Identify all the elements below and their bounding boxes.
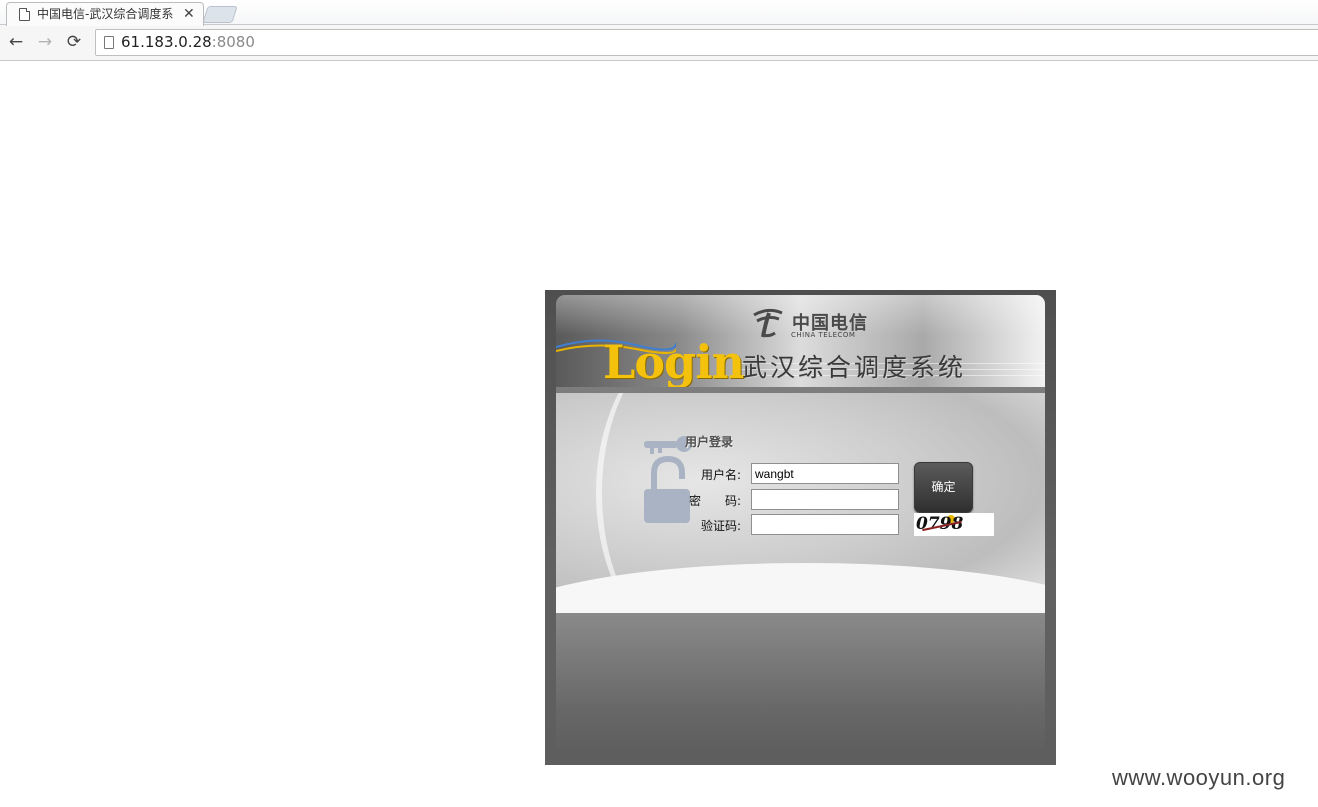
login-header: 中国电信 CHINA TELECOM Login 武汉综合调度系统	[556, 295, 1045, 391]
back-arrow-icon[interactable]: ←	[6, 32, 26, 52]
browser-tab[interactable]: 中国电信-武汉综合调度系 ✕	[6, 2, 204, 26]
captcha-image[interactable]: 0798	[914, 513, 994, 536]
url-port: :8080	[211, 33, 255, 51]
page-icon	[104, 36, 114, 49]
watermark: www.wooyun.org	[1112, 765, 1286, 790]
password-input[interactable]	[751, 489, 899, 510]
tab-strip: 中国电信-武汉综合调度系 ✕	[0, 0, 1318, 26]
username-input[interactable]	[751, 463, 899, 484]
url-host: 61.183.0.28	[121, 33, 212, 51]
url-text[interactable]: 61.183.0.28:8080	[121, 34, 255, 51]
system-title: 武汉综合调度系统	[742, 353, 967, 382]
panel-footer	[556, 613, 1045, 753]
page-icon	[19, 8, 30, 21]
captcha-input[interactable]	[751, 514, 899, 535]
password-label: 密 码:	[689, 494, 742, 508]
address-bar[interactable]: 61.183.0.28:8080	[95, 29, 1318, 56]
browser-toolbar: ← → ⟳ 61.183.0.28:8080	[0, 25, 1318, 61]
submit-button[interactable]: 确定	[914, 462, 973, 513]
login-heading: Login	[603, 335, 745, 389]
new-tab-button[interactable]	[202, 6, 238, 23]
forward-arrow-icon[interactable]: →	[35, 32, 55, 52]
username-label: 用户名:	[701, 468, 742, 482]
tab-title: 中国电信-武汉综合调度系	[37, 7, 174, 21]
login-panel: 中国电信 CHINA TELECOM Login 武汉综合调度系统 用户登录 用…	[545, 290, 1056, 765]
close-tab-icon[interactable]: ✕	[183, 5, 195, 23]
captcha-label: 验证码:	[701, 519, 742, 533]
login-form-area: 用户登录 用户名: 密 码: 验证码: 确定 0798	[556, 393, 1045, 613]
brand-name-en: CHINA TELECOM	[791, 331, 856, 339]
section-title: 用户登录	[685, 435, 734, 449]
china-telecom-logo-icon	[753, 308, 783, 338]
reload-icon[interactable]: ⟳	[64, 32, 84, 52]
